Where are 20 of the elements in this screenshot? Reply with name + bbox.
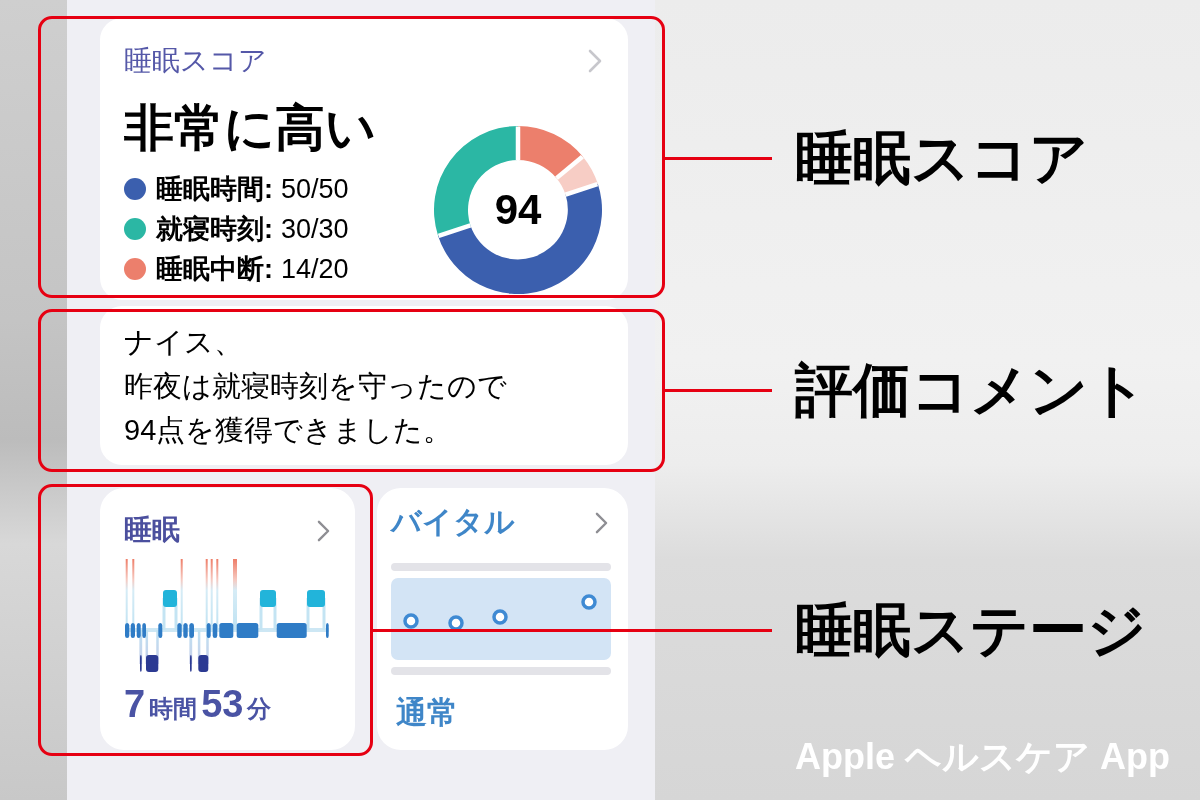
legend-label: 就寝時刻: [156,213,273,246]
legend-label: 睡眠時間: [156,173,273,206]
card-title: 睡眠スコア [124,44,267,78]
chevron-right-icon [317,520,330,542]
rating-text: 非常に高い [124,99,376,158]
legend-value: 14/20 [281,253,349,286]
chevron-right-icon [588,49,602,73]
legend-value: 50/50 [281,173,349,206]
legend-value: 30/30 [281,213,349,246]
score-value: 94 [494,186,542,234]
card-title: 睡眠 [124,513,180,547]
card-title: バイタル [391,504,515,540]
sleep-duration: 7 時間 53分 [124,682,273,727]
legend-label: 睡眠中断: [156,253,273,286]
comment-text: ナイス、 昨夜は就寝時刻を守ったので 94点を獲得できました。 [124,325,507,448]
chevron-right-icon [595,512,608,534]
annotation-label: 睡眠スコア [795,124,1088,192]
vitals-status: 通常 [396,694,458,732]
annotation-label: 評価コメント [795,356,1147,424]
annotation-label: 睡眠ステージ [795,596,1146,664]
